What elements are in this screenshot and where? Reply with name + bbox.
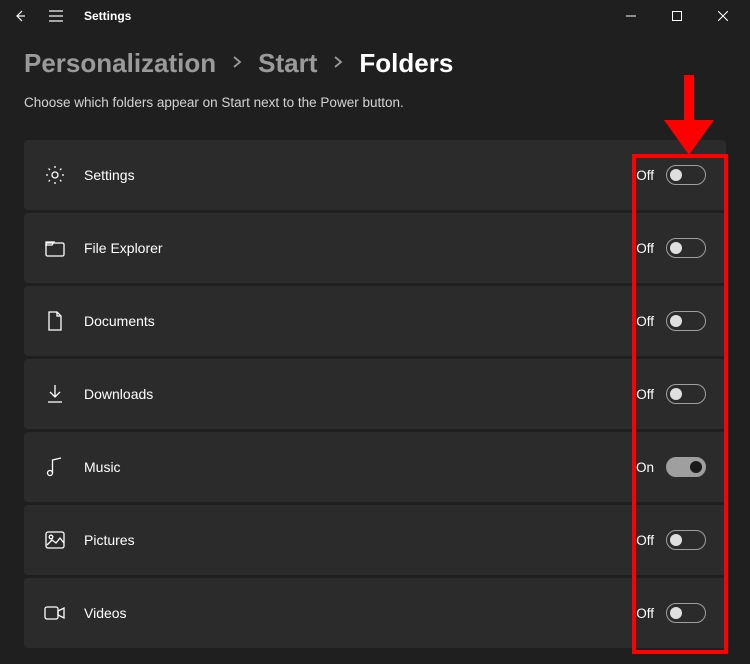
toggle-area: Off [636,603,706,623]
documents-icon [44,310,66,332]
toggle-state: On [636,460,654,475]
toggle-settings[interactable] [666,165,706,185]
toggle-music[interactable] [666,457,706,477]
breadcrumb-folders: Folders [359,48,453,79]
hamburger-icon [48,10,64,22]
close-button[interactable] [700,0,746,32]
toggle-thumb [670,242,682,254]
setting-row-settings[interactable]: Settings Off [24,140,726,210]
setting-label: Downloads [84,386,636,402]
toggle-area: Off [636,165,706,185]
toggle-area: Off [636,384,706,404]
toggle-state: Off [636,387,654,402]
titlebar: Settings [0,0,750,32]
content-area: Personalization Start Folders Choose whi… [0,32,750,664]
page-description: Choose which folders appear on Start nex… [24,95,726,110]
toggle-state: Off [636,533,654,548]
settings-list: Settings Off File Explorer Off Documents… [24,140,726,648]
music-icon [44,456,66,478]
downloads-icon [44,383,66,405]
maximize-icon [672,11,682,21]
toggle-thumb [670,388,682,400]
breadcrumb-start[interactable]: Start [258,48,317,79]
toggle-state: Off [636,606,654,621]
setting-row-videos[interactable]: Videos Off [24,578,726,648]
gear-icon [44,164,66,186]
toggle-thumb [670,534,682,546]
pictures-icon [44,529,66,551]
toggle-state: Off [636,168,654,183]
menu-button[interactable] [40,0,72,32]
back-arrow-icon [13,9,27,23]
setting-row-music[interactable]: Music On [24,432,726,502]
toggle-pictures[interactable] [666,530,706,550]
setting-label: File Explorer [84,240,636,256]
setting-row-documents[interactable]: Documents Off [24,286,726,356]
breadcrumb: Personalization Start Folders [24,48,726,79]
chevron-right-icon [333,53,343,74]
toggle-state: Off [636,241,654,256]
setting-label: Settings [84,167,636,183]
back-button[interactable] [4,0,36,32]
toggle-documents[interactable] [666,311,706,331]
close-icon [718,11,728,21]
toggle-thumb [670,169,682,181]
window-controls [608,0,746,32]
file-explorer-icon [44,237,66,259]
toggle-state: Off [636,314,654,329]
minimize-icon [626,11,636,21]
toggle-thumb [690,461,702,473]
toggle-area: On [636,457,706,477]
setting-label: Music [84,459,636,475]
setting-label: Pictures [84,532,636,548]
breadcrumb-personalization[interactable]: Personalization [24,48,216,79]
toggle-thumb [670,607,682,619]
setting-row-file-explorer[interactable]: File Explorer Off [24,213,726,283]
toggle-file-explorer[interactable] [666,238,706,258]
minimize-button[interactable] [608,0,654,32]
videos-icon [44,602,66,624]
toggle-downloads[interactable] [666,384,706,404]
maximize-button[interactable] [654,0,700,32]
setting-label: Documents [84,313,636,329]
toggle-area: Off [636,238,706,258]
titlebar-left: Settings [4,0,131,32]
setting-row-pictures[interactable]: Pictures Off [24,505,726,575]
toggle-area: Off [636,311,706,331]
toggle-thumb [670,315,682,327]
chevron-right-icon [232,53,242,74]
setting-row-downloads[interactable]: Downloads Off [24,359,726,429]
toggle-area: Off [636,530,706,550]
toggle-videos[interactable] [666,603,706,623]
setting-label: Videos [84,605,636,621]
app-title: Settings [84,9,131,23]
